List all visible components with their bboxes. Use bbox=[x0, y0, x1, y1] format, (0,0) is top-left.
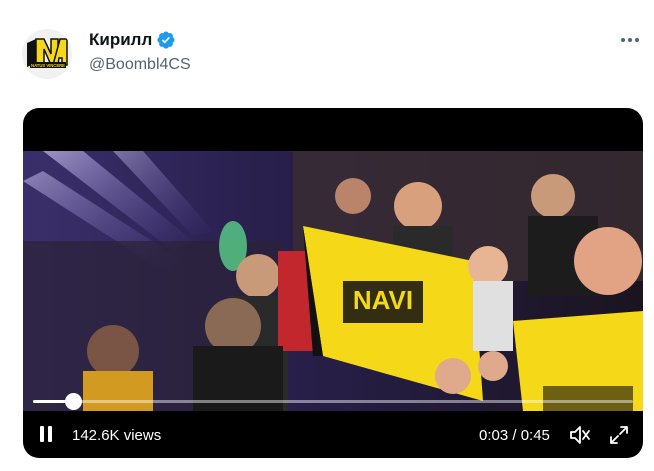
pause-icon[interactable] bbox=[37, 424, 55, 444]
view-count: 142.6K views bbox=[72, 427, 162, 444]
more-options-button[interactable] bbox=[618, 30, 642, 50]
svg-text:NATUS VINCERE: NATUS VINCERE bbox=[31, 63, 65, 68]
more-dot bbox=[635, 38, 639, 42]
video-player[interactable]: NAVI 142.6K views 0:03 / 0:45 bbox=[23, 108, 643, 458]
author-block: Кирилл @Boombl4CS bbox=[89, 30, 191, 74]
navi-logo-icon: NATUS VINCERE bbox=[22, 29, 72, 79]
progress-bar[interactable] bbox=[33, 393, 633, 410]
author-handle[interactable]: @Boombl4CS bbox=[89, 56, 191, 74]
more-horizontal-icon bbox=[621, 38, 625, 42]
video-frame-image: NAVI bbox=[23, 151, 643, 411]
tweet-card: NATUS VINCERE Кирилл @Boombl4CS NAVI 142… bbox=[0, 0, 654, 471]
author-display-name[interactable]: Кирилл bbox=[89, 30, 152, 50]
fullscreen-icon[interactable] bbox=[608, 424, 630, 446]
time-display: 0:03 / 0:45 bbox=[479, 427, 550, 444]
video-frame[interactable]: NAVI bbox=[23, 151, 643, 411]
video-controls: 142.6K views 0:03 / 0:45 bbox=[23, 420, 643, 450]
verified-badge-icon[interactable] bbox=[156, 30, 176, 50]
more-dot bbox=[628, 38, 632, 42]
volume-muted-icon[interactable] bbox=[568, 424, 592, 446]
svg-text:NAVI: NAVI bbox=[353, 285, 413, 315]
name-row: Кирилл bbox=[89, 30, 191, 50]
author-avatar[interactable]: NATUS VINCERE bbox=[22, 29, 72, 79]
